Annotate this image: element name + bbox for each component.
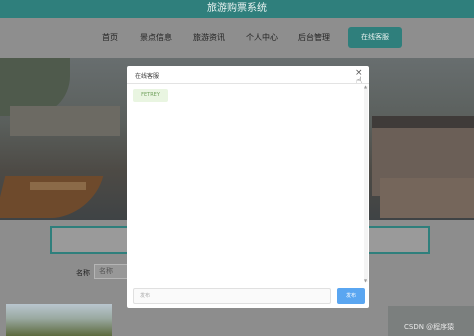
chat-message-input[interactable]: 发布 [133, 288, 331, 304]
chat-scrollbar[interactable] [364, 86, 368, 282]
app-title: 旅游购票系统 [207, 3, 267, 14]
nav-item-travel-news[interactable]: 旅游资讯 [193, 32, 225, 43]
scroll-down-icon[interactable]: ▼ [364, 278, 367, 283]
nav-item-admin[interactable]: 后台管理 [298, 32, 330, 43]
send-button[interactable]: 发布 [337, 288, 365, 304]
banner-house-left [10, 106, 120, 136]
hand-cursor-icon: ☝ [356, 76, 363, 87]
chat-modal-divider [127, 83, 369, 84]
nav-item-attractions[interactable]: 景点信息 [140, 32, 172, 43]
csdn-watermark: CSDN @程序猿 [404, 323, 455, 331]
nav-item-profile[interactable]: 个人中心 [246, 32, 278, 43]
chat-modal: 在线客服 × ☝ FETREY ▲ ▼ 发布 发布 [127, 66, 369, 308]
online-service-button[interactable]: 在线客服 [348, 27, 402, 48]
banner-steps-right [380, 178, 474, 218]
scroll-up-icon[interactable]: ▲ [364, 84, 367, 89]
chat-modal-title: 在线客服 [135, 73, 160, 80]
name-label: 名称 [76, 269, 90, 277]
attraction-thumbnail[interactable] [6, 304, 112, 336]
app-title-bar: 旅游购票系统 [0, 0, 474, 18]
nav-item-home[interactable]: 首页 [102, 32, 118, 43]
top-nav: 首页 景点信息 旅游资讯 个人中心 后台管理 在线客服 [0, 18, 474, 58]
chat-message-bubble: FETREY [133, 89, 168, 102]
banner-boat-rim [30, 182, 86, 190]
